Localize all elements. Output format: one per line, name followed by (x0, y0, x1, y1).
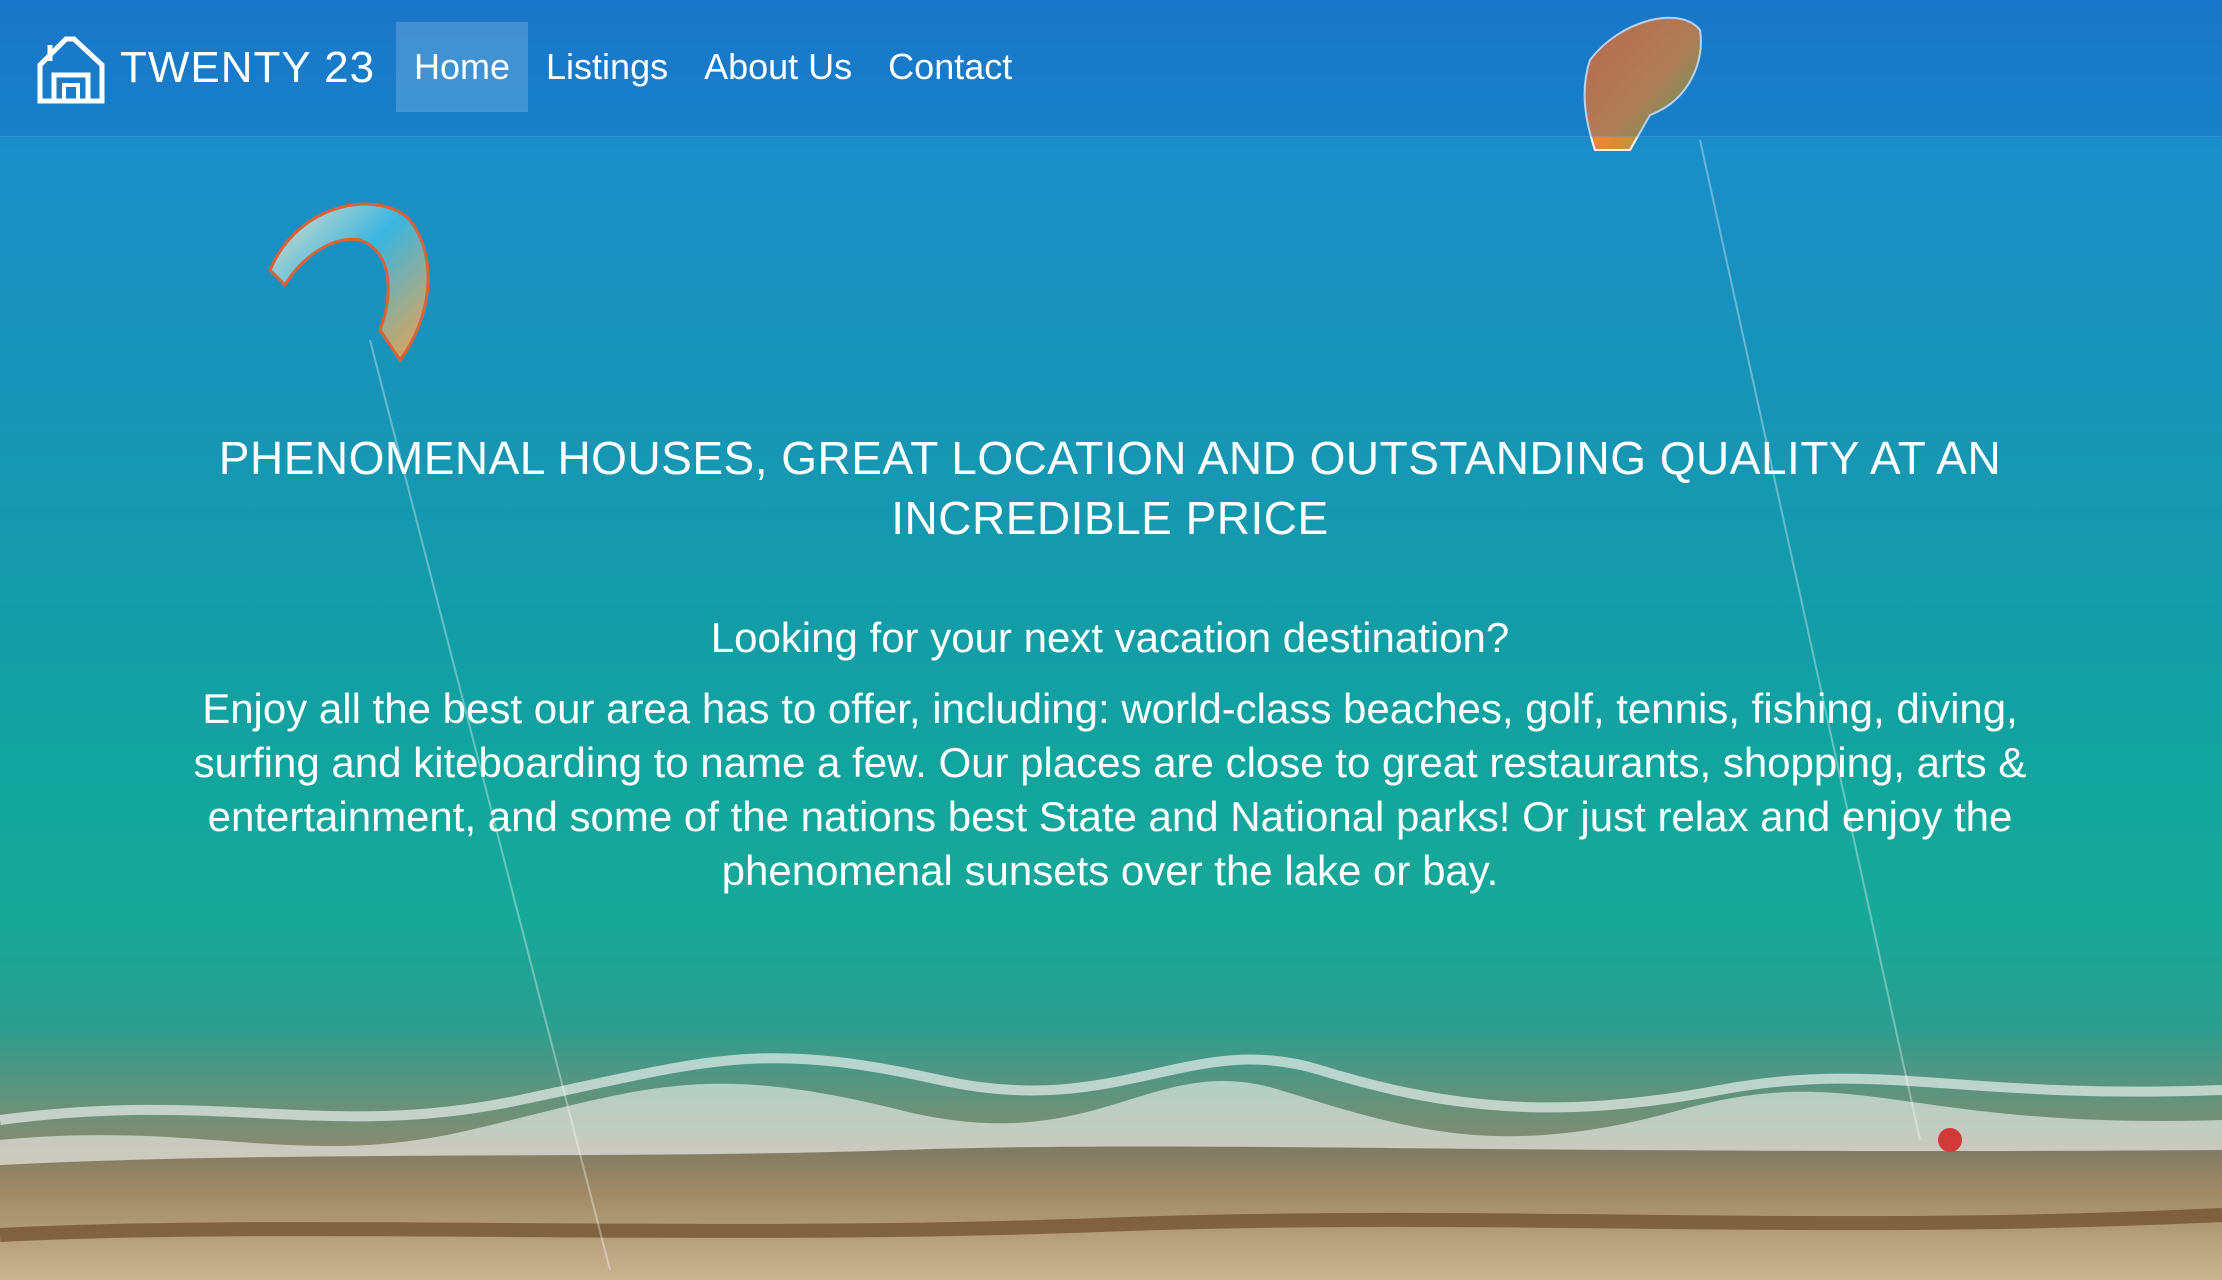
nav-home[interactable]: Home (396, 22, 529, 112)
page: TWENTY 23 Home Listings About Us Contact… (0, 0, 2222, 1280)
nav-about-us[interactable]: About Us (686, 22, 870, 112)
kiteboarder (1938, 1128, 1962, 1152)
brand-name: TWENTY 23 (120, 43, 376, 92)
hero-section: PHENOMENAL HOUSES, GREAT LOCATION AND OU… (170, 428, 2050, 898)
kite-left (268, 202, 430, 363)
top-navbar: TWENTY 23 Home Listings About Us Contact (0, 0, 2222, 137)
hero-subhead: Looking for your next vacation destinati… (710, 614, 1510, 661)
beach-sand (0, 1146, 2222, 1280)
nav-listings[interactable]: Listings (528, 22, 686, 112)
hero-body: Enjoy all the best our area has to offer… (193, 685, 2027, 894)
brand[interactable]: TWENTY 23 (34, 28, 375, 108)
main-nav: Home Listings About Us Contact (396, 22, 1030, 112)
hero-headline: PHENOMENAL HOUSES, GREAT LOCATION AND OU… (218, 432, 2002, 544)
nav-contact[interactable]: Contact (870, 22, 1030, 112)
house-outline-icon (37, 36, 105, 104)
